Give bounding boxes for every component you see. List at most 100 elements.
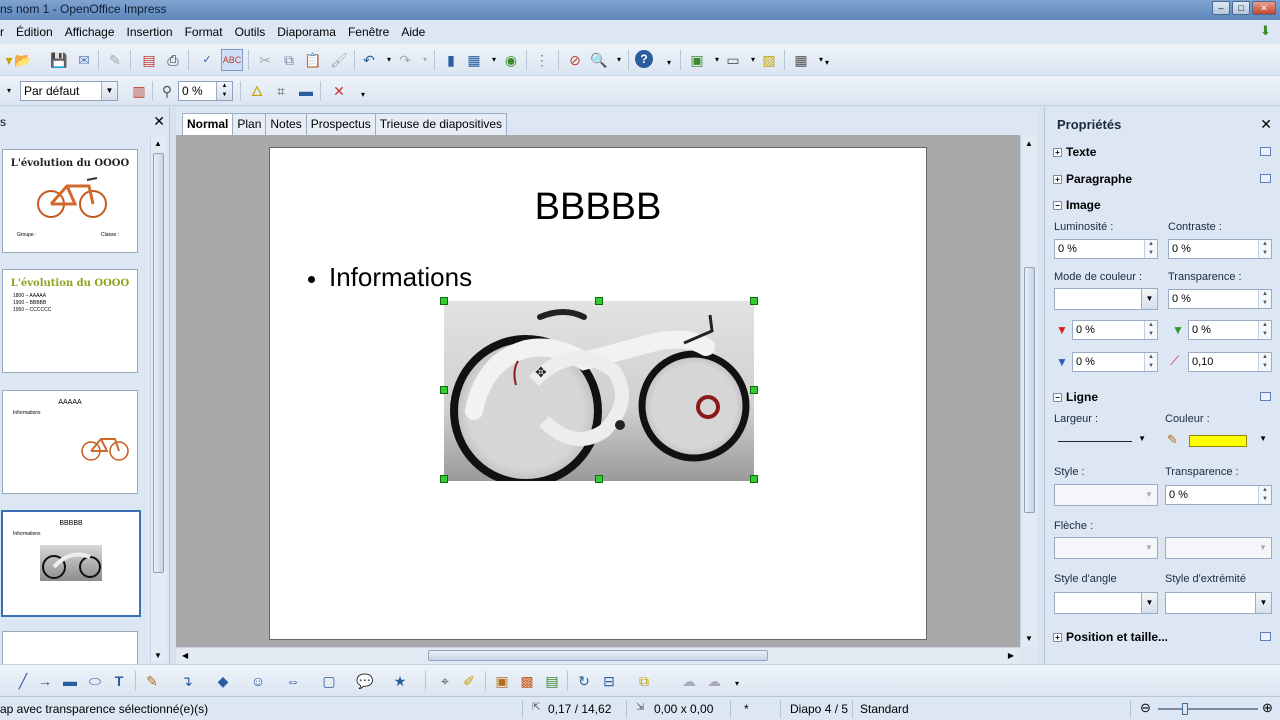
zoom-slider[interactable] [1158, 703, 1258, 715]
tab-plan[interactable]: Plan [232, 113, 267, 135]
paste-icon[interactable]: 📋 [304, 51, 322, 69]
collapse-icon[interactable]: − [1053, 201, 1062, 210]
scrollbar-thumb[interactable] [428, 650, 768, 661]
close-window-button[interactable]: ✕ [1252, 1, 1276, 15]
alignment-icon[interactable]: ⊟ [600, 672, 618, 690]
ellipse-icon[interactable]: ⬭ [86, 672, 104, 690]
open-folder-icon[interactable]: 📂 [14, 51, 32, 69]
callouts-icon[interactable]: 💬 [356, 672, 374, 690]
scrollbar-thumb[interactable] [1024, 267, 1035, 513]
selection-handle[interactable] [750, 297, 758, 305]
menu-outils[interactable]: Outils [229, 25, 272, 39]
rotate-icon[interactable]: ↻ [575, 672, 593, 690]
more-options-icon[interactable] [1260, 392, 1271, 401]
slides-scrollbar[interactable]: ▲ ▼ [150, 137, 166, 662]
slide-thumbnail-4[interactable]: BBBBB Informations [1, 510, 141, 617]
crop-icon[interactable]: ⌗ [272, 82, 290, 100]
redo-dropdown-icon[interactable]: ▾ [416, 51, 434, 69]
selection-handle[interactable] [595, 475, 603, 483]
green-field[interactable]: 0 % ▲ ▼ [1188, 320, 1272, 340]
section-position[interactable]: + Position et taille... [1053, 630, 1275, 648]
tab-notes[interactable]: Notes [265, 113, 307, 135]
export-pdf-icon[interactable]: ▤ [140, 51, 158, 69]
close-icon[interactable]: ✕ [1260, 116, 1272, 133]
selection-handle[interactable] [440, 297, 448, 305]
line-transparency-field[interactable]: 0 % ▲ ▼ [1165, 485, 1272, 505]
slide-title[interactable]: BBBBB [270, 186, 926, 229]
expand-icon[interactable]: + [1053, 633, 1062, 642]
selection-handle[interactable] [440, 386, 448, 394]
section-paragraphe[interactable]: + Paragraphe [1053, 172, 1275, 190]
tab-prospectus[interactable]: Prospectus [305, 113, 376, 135]
points-icon[interactable]: ⌖ [436, 672, 454, 690]
spin-arrows-icon[interactable]: ▲ ▼ [1144, 353, 1157, 371]
arrow-line-icon[interactable]: → [36, 672, 54, 690]
filter-icon[interactable]: 🜂 [248, 82, 266, 100]
more-options-icon[interactable] [1260, 174, 1271, 183]
connector-icon[interactable]: ↴ [178, 672, 196, 690]
clone-format-icon[interactable]: 🖌 [330, 51, 348, 69]
zoom-out-icon[interactable]: ⊖ [1140, 700, 1151, 716]
spellcheck-icon[interactable]: ✓ [198, 51, 216, 69]
zoom-icon[interactable]: 🔍 [590, 51, 608, 69]
spin-arrows-icon[interactable]: ▲ ▼ [1144, 321, 1157, 339]
luminosity-field[interactable]: 0 % ▲ ▼ [1054, 239, 1158, 259]
maximize-button[interactable]: □ [1232, 1, 1250, 15]
more-options-icon[interactable] [1260, 632, 1271, 641]
close-icon[interactable]: ✕ [153, 113, 165, 130]
line-width-button[interactable]: ▼ [1054, 430, 1148, 452]
arrow-end-dropdown[interactable]: ▼ [1165, 537, 1272, 559]
menu-diaporama[interactable]: Diaporama [271, 25, 342, 39]
copy-icon[interactable]: ⧉ [280, 51, 298, 69]
chevron-down-icon[interactable]: ▼ [1141, 593, 1157, 613]
menu-format[interactable]: Format [179, 25, 229, 39]
scrollbar-thumb[interactable] [153, 153, 164, 573]
menu-aide[interactable]: Aide [395, 25, 431, 39]
menu-fichier[interactable]: r [0, 25, 10, 39]
chevron-down-icon[interactable]: ▼ [1255, 538, 1271, 558]
basic-shapes-icon[interactable]: ◆ [214, 672, 232, 690]
chevron-down-icon[interactable]: ▼ [101, 82, 117, 100]
stars-icon[interactable]: ★ [391, 672, 409, 690]
extrusion-icon[interactable]: ☁ [680, 672, 698, 690]
spin-arrows-icon[interactable]: ▲ ▼ [1258, 353, 1271, 371]
email-icon[interactable]: ✉ [75, 51, 93, 69]
selection-handle[interactable] [750, 475, 758, 483]
slide-bullet[interactable]: Informations [308, 262, 472, 293]
toggle-extrusion-icon[interactable]: ☁ [705, 672, 723, 690]
print-icon[interactable]: ⎙ [164, 51, 182, 69]
graphics-filter-icon[interactable]: ✕ [330, 82, 348, 100]
symbol-shapes-icon[interactable]: ☺ [249, 672, 267, 690]
slide-thumbnail-2[interactable]: L'évolution du OOOO 1800 – AAAAA 1900 – … [2, 269, 138, 373]
chevron-down-icon[interactable]: ▼ [1255, 593, 1271, 613]
chevron-down-icon[interactable]: ▼ [1141, 485, 1157, 505]
line-style-dropdown-icon[interactable]: ▾ [0, 82, 18, 100]
blue-field[interactable]: 0 % ▲ ▼ [1072, 352, 1158, 372]
undo-icon[interactable]: ↶ [360, 51, 378, 69]
toolbar3-options-icon[interactable]: ▾ [354, 86, 372, 104]
menu-fenetre[interactable]: Fenêtre [342, 25, 395, 39]
style-combo[interactable]: Par défaut ▼ [20, 81, 118, 101]
section-ligne[interactable]: − Ligne [1053, 390, 1275, 408]
menu-affichage[interactable]: Affichage [59, 25, 121, 39]
line-color-button[interactable]: ✎ ▼ [1165, 430, 1269, 452]
flowchart-icon[interactable]: ▢ [320, 672, 338, 690]
color-mode-icon[interactable]: ▥ [130, 82, 148, 100]
collapse-icon[interactable]: − [1053, 393, 1062, 402]
block-arrows-icon[interactable]: ⇔ [284, 672, 302, 690]
section-texte[interactable]: + Texte [1053, 145, 1275, 163]
menu-edition[interactable]: Édition [10, 25, 59, 39]
slide-design-icon[interactable]: ▨ [760, 51, 778, 69]
edit-horizontal-scrollbar[interactable]: ◀ ▶ [176, 647, 1020, 664]
zoom-slider-handle[interactable] [1182, 703, 1188, 715]
bicycle-image[interactable]: ✥ [444, 301, 754, 487]
spin-arrows-icon[interactable]: ▲ ▼ [1258, 290, 1271, 308]
toolbar-options-icon[interactable]: ▾ [660, 54, 678, 72]
spin-arrows-icon[interactable]: ▲ ▼ [1144, 240, 1157, 258]
slideshow-icon[interactable]: ▦ [792, 51, 810, 69]
table-dropdown-icon[interactable]: ▾ [485, 51, 503, 69]
corner-style-dropdown[interactable]: ▼ [1054, 592, 1158, 614]
more-options-icon[interactable] [1260, 147, 1271, 156]
autospellcheck-icon[interactable]: ABC [221, 49, 243, 71]
grid-icon[interactable]: ⋮ [533, 51, 551, 69]
